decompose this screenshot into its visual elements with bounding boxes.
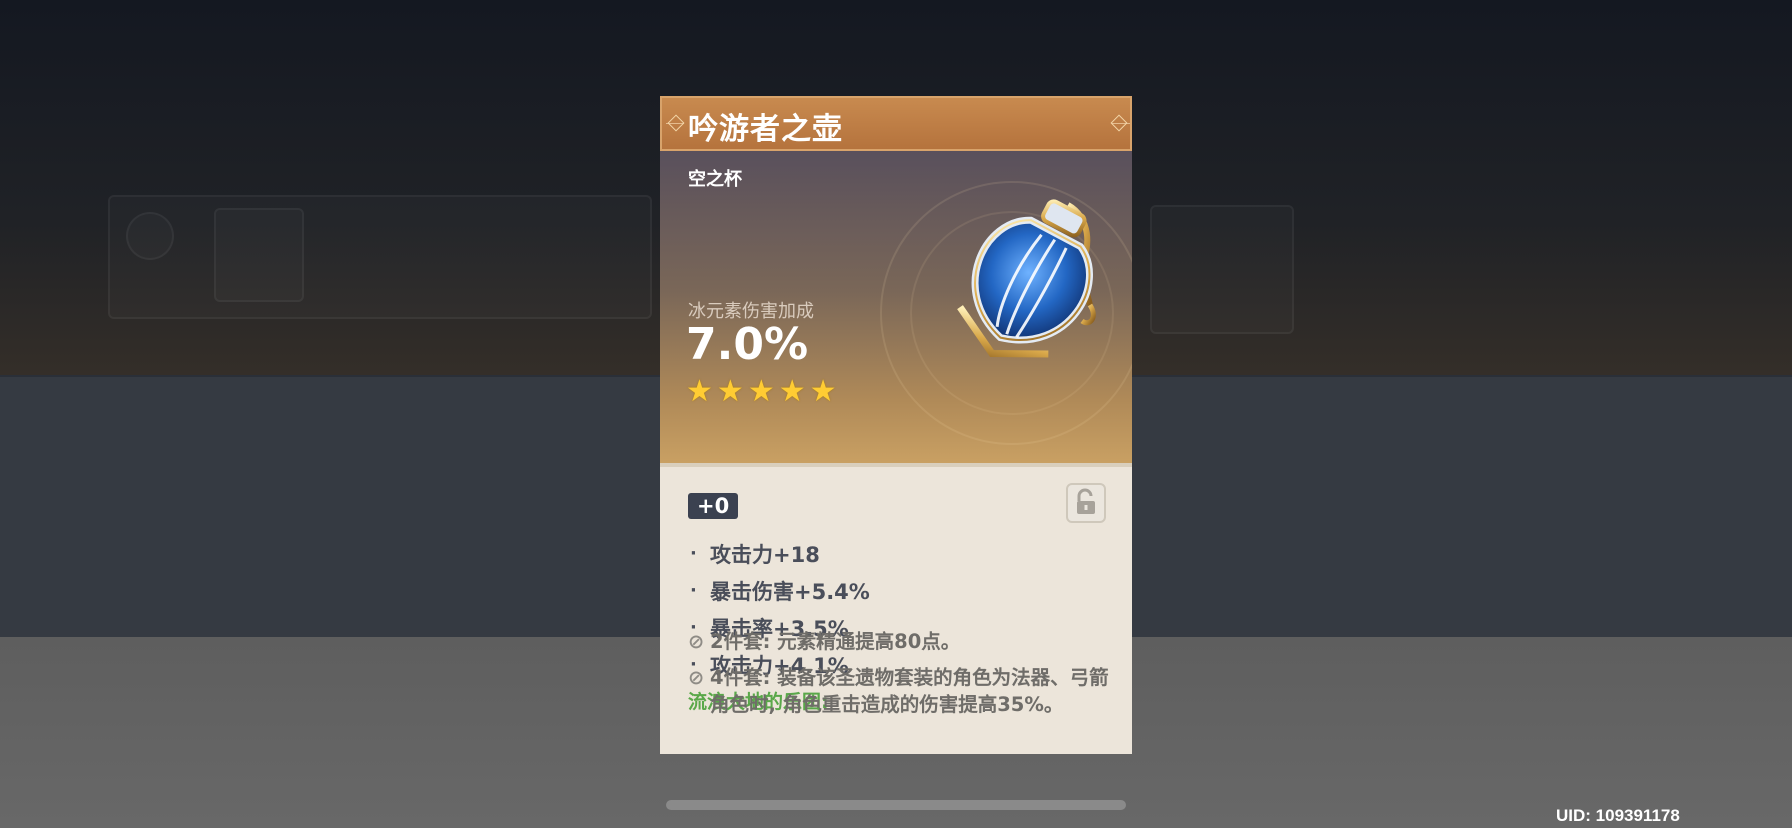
background-panel-ghost <box>108 195 652 319</box>
set-bonus-text: 2件套: 元素精通提高80点。 <box>710 630 961 653</box>
main-stat-value: 7.0% <box>686 319 809 370</box>
star-icon: ★ <box>686 374 713 409</box>
substat-text: 攻击力+18 <box>710 542 820 567</box>
rarity-stars: ★ ★ ★ ★ ★ <box>686 377 837 407</box>
artifact-level-badge: +0 <box>688 493 739 519</box>
star-icon: ★ <box>778 374 806 409</box>
substat-item: · 暴击伤害+5.4% <box>690 572 870 609</box>
artifact-name: 吟游者之壶 <box>688 112 843 147</box>
background-panel-ghost <box>1150 205 1294 334</box>
substat-list: · 攻击力+18 · 暴击伤害+5.4% · 暴击率+3.5% · 攻击力+4.1% <box>690 535 870 683</box>
scroll-bar[interactable] <box>666 800 1126 810</box>
diamond-ornament-icon <box>1110 114 1128 132</box>
unlocked-padlock-icon <box>1077 488 1095 514</box>
artifact-slot-type: 空之杯 <box>688 169 742 190</box>
background-item-ghost <box>214 208 304 302</box>
slashed-circle-icon: ⊘ <box>688 630 705 653</box>
substat-item: · 攻击力+18 <box>690 535 870 572</box>
goblet-artifact-icon <box>957 199 1096 358</box>
uid-label: UID: 109391178 <box>1556 806 1680 825</box>
lock-toggle-button[interactable] <box>1066 483 1106 523</box>
artifact-main-panel: 空之杯 冰元素伤害加成 7.0% ★ ★ ★ ★ ★ <box>660 151 1132 463</box>
set-bonus-4pc: ⊘ 4件套: 装备该圣遗物套装的角色为法器、弓箭角色时, 角色重击造成的伤害提高3… <box>688 664 1112 718</box>
slashed-circle-icon: ⊘ <box>688 666 705 689</box>
background-icon-ghost <box>126 212 174 260</box>
set-bonus-text: 4件套: 装备该圣遗物套装的角色为法器、弓箭角色时, 角色重击造成的伤害提高35… <box>710 666 1109 716</box>
artifact-title-bar: 吟游者之壶 <box>660 96 1132 151</box>
diamond-ornament-icon <box>667 114 685 132</box>
substat-text: 暴击伤害+5.4% <box>710 579 870 604</box>
star-icon: ★ <box>716 374 744 409</box>
artifact-detail-card: 吟游者之壶 空之杯 冰元素伤害加成 7.0% ★ ★ ★ ★ ★ +0 · 攻击… <box>660 96 1132 754</box>
star-icon: ★ <box>747 374 775 409</box>
set-bonus-2pc: ⊘ 2件套: 元素精通提高80点。 <box>688 628 1118 655</box>
star-icon: ★ <box>809 374 837 409</box>
